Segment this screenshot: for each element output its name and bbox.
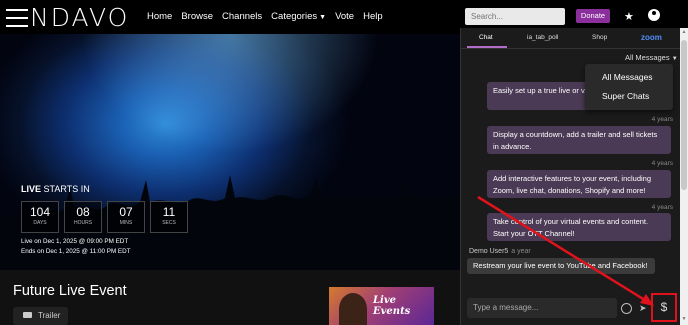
- logo-text: NDAVO: [30, 3, 130, 32]
- scrollbar-thumb[interactable]: [681, 40, 687, 190]
- username-text: Demo User5: [469, 248, 509, 255]
- endavo-logo[interactable]: NDAVO: [6, 3, 129, 32]
- live-starts-label: LIVE STARTS IN: [21, 184, 90, 194]
- live-on-text: Live on Dec 1, 2025 @ 09:00 PM EDT: [21, 238, 129, 245]
- ends-on-text: Ends on Dec 1, 2025 @ 11:00 PM EDT: [21, 248, 131, 255]
- user-account-icon[interactable]: [648, 9, 660, 21]
- countdown-value: 11: [162, 205, 176, 219]
- chat-message-input[interactable]: Type a message...: [467, 298, 617, 318]
- dropdown-item-all-messages[interactable]: All Messages: [602, 72, 653, 82]
- chat-panel: Chat ia_tab_poll Shop zoom All Messages …: [460, 28, 681, 325]
- filter-label: All Messages: [625, 53, 670, 62]
- starts-in-text: STARTS IN: [43, 184, 90, 194]
- poster-line-1: Live: [373, 295, 397, 306]
- countdown-unit: MINS: [119, 220, 133, 226]
- dropdown-item-super-chats[interactable]: Super Chats: [602, 91, 649, 101]
- nav-help[interactable]: Help: [363, 11, 383, 22]
- tab-zoom[interactable]: zoom: [641, 33, 662, 42]
- nav-categories[interactable]: Categories ▼: [271, 11, 326, 22]
- tab-shop[interactable]: Shop: [592, 34, 607, 41]
- countdown-hours: 08 HOURS: [64, 201, 102, 233]
- event-times: Live on Dec 1, 2025 @ 09:00 PM EDT Ends …: [21, 237, 131, 257]
- countdown-unit: HOURS: [73, 220, 93, 226]
- nav-home[interactable]: Home: [147, 11, 172, 22]
- countdown-value: 07: [119, 205, 133, 219]
- event-poster[interactable]: Live Events: [329, 287, 434, 325]
- caret-down-icon: ▼: [319, 14, 327, 21]
- message-time: 4 years: [651, 204, 673, 211]
- countdown-value: 104: [29, 205, 51, 219]
- chat-message: Display a countdown, add a trailer and s…: [487, 126, 671, 154]
- chat-tabs: Chat ia_tab_poll Shop zoom: [461, 28, 681, 49]
- star-icon[interactable]: ★: [624, 10, 634, 23]
- countdown-timer: 104 DAYS 08 HOURS 07 MINS 11 SECS: [21, 201, 188, 233]
- chat-message: Take control of your virtual events and …: [487, 213, 671, 241]
- scroll-up-icon[interactable]: ▲: [681, 29, 687, 35]
- donate-button[interactable]: Donate: [576, 9, 610, 23]
- active-tab-indicator: [467, 46, 507, 48]
- video-camera-icon: [23, 312, 32, 318]
- event-title: Future Live Event: [13, 283, 127, 299]
- chat-message: Restream your live event to YouTube and …: [467, 258, 655, 274]
- poster-title: Live Events: [373, 295, 410, 317]
- nav-browse[interactable]: Browse: [181, 11, 213, 22]
- chat-message: Add interactive features to your event, …: [487, 170, 671, 198]
- message-filter-select[interactable]: All Messages ▼: [625, 53, 678, 62]
- stage-light: [80, 34, 380, 154]
- trailer-button[interactable]: Trailer: [13, 307, 68, 325]
- emoji-icon[interactable]: [621, 303, 632, 314]
- live-word: LIVE: [21, 184, 42, 194]
- poster-person-image: [339, 293, 367, 325]
- hero-banner: LIVE STARTS IN 104 DAYS 08 HOURS 07 MINS…: [0, 34, 460, 270]
- username-time: a year: [511, 248, 531, 255]
- countdown-unit: DAYS: [33, 220, 47, 226]
- send-icon[interactable]: ➤: [639, 303, 647, 314]
- main-nav: Home Browse Channels Categories ▼ Vote He…: [147, 11, 383, 22]
- caret-down-icon: ▼: [671, 56, 678, 62]
- tab-chat[interactable]: Chat: [479, 34, 493, 41]
- countdown-secs: 11 SECS: [150, 201, 188, 233]
- nav-channels[interactable]: Channels: [222, 11, 262, 22]
- nav-categories-label: Categories: [271, 11, 318, 22]
- annotation-highlight-box: [651, 293, 677, 322]
- countdown-value: 08: [76, 205, 90, 219]
- poster-line-2: Events: [373, 306, 411, 317]
- trailer-label: Trailer: [38, 311, 61, 320]
- countdown-days: 104 DAYS: [21, 201, 59, 233]
- logo-e-mark: [6, 8, 28, 28]
- countdown-mins: 07 MINS: [107, 201, 145, 233]
- search-input[interactable]: [465, 8, 565, 25]
- message-time: 4 years: [651, 160, 673, 167]
- filter-dropdown-menu: All Messages Super Chats: [585, 64, 673, 110]
- tab-poll[interactable]: ia_tab_poll: [527, 34, 558, 41]
- message-time: 4 years: [651, 116, 673, 123]
- nav-vote[interactable]: Vote: [335, 11, 354, 22]
- countdown-unit: SECS: [162, 220, 176, 226]
- chat-username: Demo User5 a year: [469, 248, 531, 255]
- scroll-down-icon[interactable]: ▼: [681, 316, 687, 322]
